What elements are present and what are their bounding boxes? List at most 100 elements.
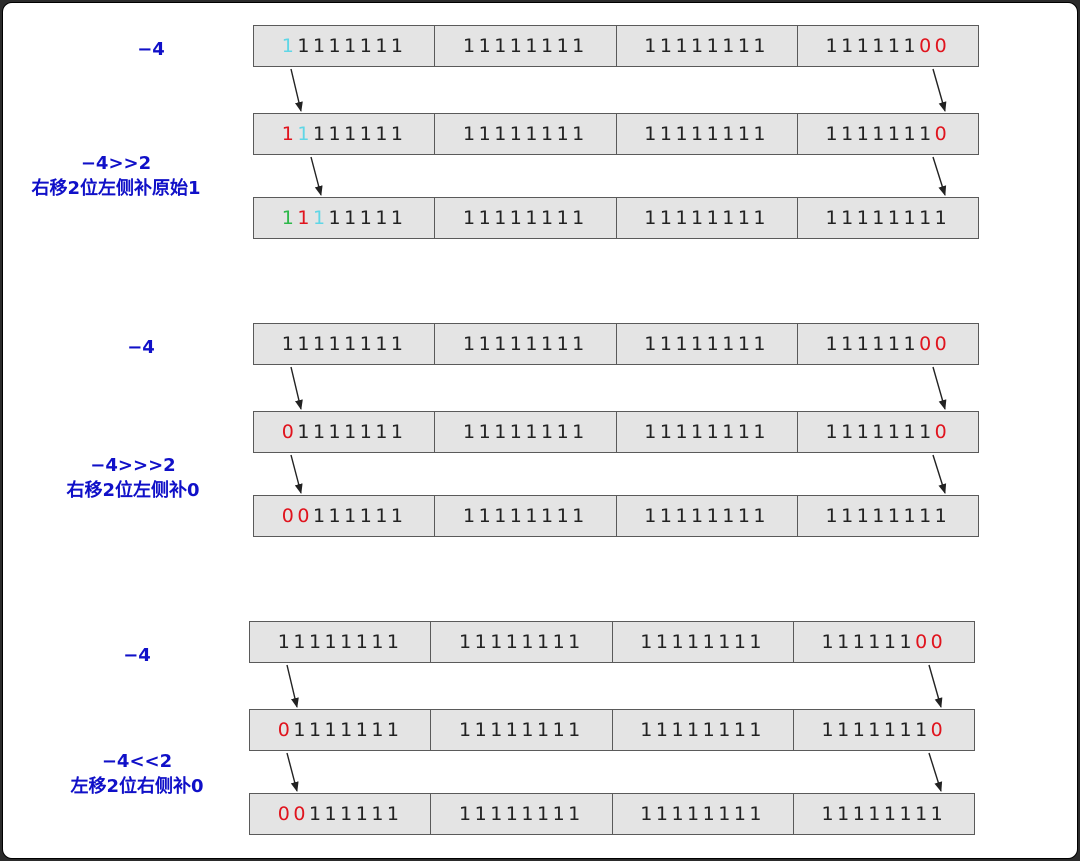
group1-shift-arrow-right-2 [932,156,947,196]
bit-digit: 1 [478,421,495,443]
bit-digit: 1 [505,631,522,653]
bit-digit: 1 [887,207,904,229]
bit-digit: 1 [687,719,703,741]
bit-digit: 1 [568,631,584,653]
bit-digit: 1 [509,35,526,57]
bit-digit: 1 [572,35,588,57]
bit-digit: 1 [324,719,341,741]
bit-digit: 1 [868,803,884,825]
group3-shift-arrow-left-1 [286,664,299,708]
bit-digit: 1 [903,207,920,229]
bit-digit: 1 [281,123,298,145]
bit-digit: 1 [390,505,407,527]
bit-digit: 1 [753,333,769,355]
bit-digit: 1 [825,35,842,57]
bit-digit: 1 [568,803,584,825]
bit-digit: 1 [841,421,857,443]
bit-digit: 1 [691,35,707,57]
group3-operation-desc: 左移2位右侧补0 [70,776,204,797]
bit-digit: 1 [868,719,884,741]
bit-digit: 1 [359,421,376,443]
bit-digit: 1 [837,719,853,741]
bit-digit: 1 [718,631,734,653]
bit-digit: 1 [478,123,495,145]
bit-digit: 1 [883,719,900,741]
bit-digit: 1 [691,505,707,527]
bit-digit: 1 [490,803,506,825]
bit-digit: 1 [328,505,345,527]
bit-digit: 1 [675,123,692,145]
bit-digit: 1 [659,35,676,57]
bit-digit: 1 [355,803,372,825]
bit-digit: 1 [297,333,313,355]
bit-digit: 0 [919,333,935,355]
bit-digit: 1 [737,207,754,229]
bit-digit: 1 [509,505,526,527]
bit-digit: 1 [856,333,873,355]
bit-digit: 1 [691,333,707,355]
bit-digit: 1 [872,333,888,355]
bit-digit: 1 [856,505,873,527]
bit-digit: 0 [281,421,298,443]
bit-digit: 1 [718,803,734,825]
bit-digit: 1 [525,35,541,57]
bit-digit: 1 [521,631,537,653]
bit-digit: 1 [312,207,329,229]
group2-bit-row-3: 00111111111111111111111111111111 [253,495,979,537]
bit-digit: 1 [706,421,723,443]
bit-digit: 1 [371,719,387,741]
bit-digit: 1 [671,803,688,825]
bit-digit: 1 [540,35,557,57]
bit-digit: 1 [536,719,553,741]
bit-digit: 1 [375,207,391,229]
bit-digit: 1 [463,35,479,57]
bit-digit: 1 [375,35,391,57]
bit-digit: 1 [359,207,376,229]
byte-cell-4: 11111111 [796,198,978,238]
byte-cell-1: 11111111 [254,324,434,364]
bit-digit: 1 [852,631,869,653]
bit-digit: 1 [463,505,479,527]
bit-digit: 1 [359,333,376,355]
bit-digit: 1 [644,421,660,443]
byte-cell-4: 11111100 [796,26,978,66]
byte-cell-2: 11111111 [434,324,615,364]
bit-digit: 1 [706,35,723,57]
bit-digit: 1 [706,207,723,229]
bit-digit: 1 [659,333,676,355]
bit-digit: 1 [644,207,660,229]
bit-digit: 1 [572,505,588,527]
byte-cell-2: 11111111 [430,622,611,662]
bit-digit: 1 [749,803,765,825]
bit-digit: 1 [371,803,387,825]
group3-bit-row-2: 01111111111111111111111111111110 [249,709,975,751]
bit-digit: 1 [308,631,325,653]
bit-digit: 1 [312,333,329,355]
bit-digit: 1 [375,333,391,355]
bit-digit: 1 [691,421,707,443]
bit-digit: 1 [640,631,656,653]
bit-digit: 1 [525,505,541,527]
bit-digit: 1 [359,505,376,527]
bit-digit: 1 [474,631,491,653]
bit-digit: 1 [474,803,491,825]
bit-digit: 1 [328,35,345,57]
bit-digit: 1 [355,719,372,741]
bit-digit: 1 [386,631,403,653]
bit-digit: 1 [509,123,526,145]
bit-digit: 1 [737,333,754,355]
bit-digit: 1 [883,803,900,825]
bit-digit: 1 [312,505,329,527]
bit-digit: 1 [837,803,853,825]
byte-cell-1: 11111111 [254,198,434,238]
byte-cell-4: 11111110 [796,412,978,452]
diagram-canvas: −4 −4>>2 右移2位左侧补原始1 −4 −4>>>2 右移2位左侧补0 −… [2,2,1078,859]
bit-digit: 1 [691,123,707,145]
bit-digit: 1 [344,505,360,527]
bit-digit: 1 [675,35,692,57]
bit-digit: 1 [749,719,765,741]
bit-digit: 1 [872,421,888,443]
group3-shift-arrow-right-2 [928,752,943,792]
bit-digit: 1 [825,421,842,443]
bit-digit: 1 [556,421,573,443]
